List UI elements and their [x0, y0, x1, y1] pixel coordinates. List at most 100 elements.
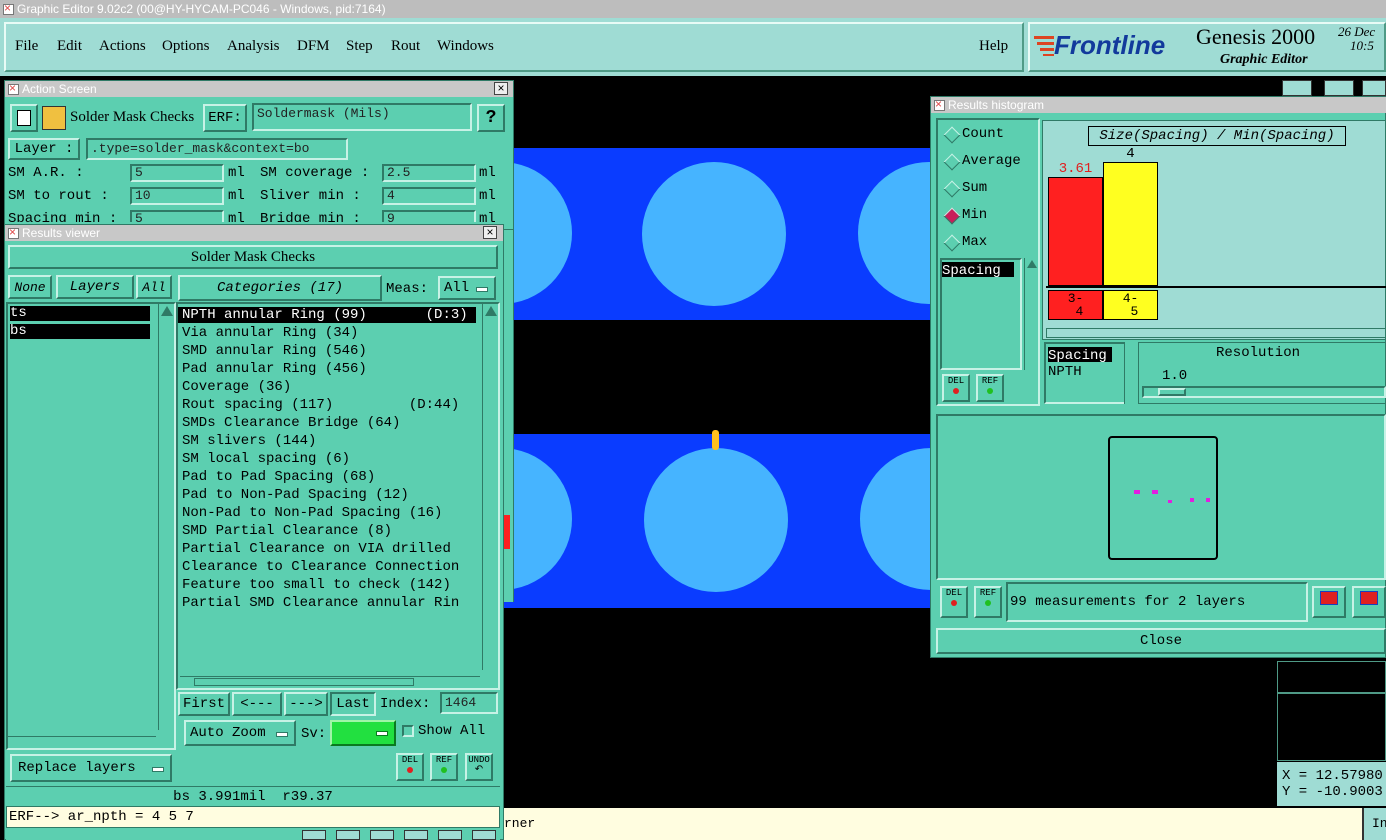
- category-item[interactable]: Pad to Pad Spacing (68): [182, 468, 375, 486]
- layer-field[interactable]: .type=solder_mask&context=bo: [86, 138, 348, 160]
- category-item[interactable]: Partial SMD Clearance annular Rin: [182, 594, 459, 612]
- results-viewer-close-button[interactable]: ×: [483, 226, 497, 239]
- menu-step[interactable]: Step: [346, 38, 373, 55]
- toolbar-icon[interactable]: [472, 830, 496, 840]
- category-item[interactable]: SMD annular Ring (546): [182, 342, 367, 360]
- toolbar-icon[interactable]: [404, 830, 428, 840]
- category-item[interactable]: Pad to Non-Pad Spacing (12): [182, 486, 409, 504]
- menu-windows[interactable]: Windows: [437, 38, 494, 55]
- toolbar-icon[interactable]: [1324, 80, 1354, 96]
- index-field[interactable]: 1464: [440, 692, 498, 714]
- export-chart-button[interactable]: [1312, 586, 1346, 618]
- histogram-bottom-item-selected[interactable]: Spacing: [1048, 347, 1112, 364]
- category-item[interactable]: Coverage (36): [182, 378, 291, 396]
- layer-item-bs[interactable]: bs: [10, 324, 150, 339]
- layers-list[interactable]: [6, 302, 176, 750]
- histogram-list-scrollbar[interactable]: [1024, 258, 1038, 370]
- resolution-slider[interactable]: [1142, 386, 1386, 398]
- preview-board[interactable]: [1108, 436, 1218, 560]
- menu-help[interactable]: Help: [979, 38, 1008, 55]
- category-item[interactable]: SMDs Clearance Bridge (64): [182, 414, 400, 432]
- categories-button[interactable]: Categories (17): [178, 275, 382, 301]
- layers-all-button[interactable]: All: [136, 275, 172, 299]
- preview-ref-button[interactable]: REF: [974, 586, 1002, 618]
- erf-field[interactable]: Soldermask (Mils): [252, 103, 472, 131]
- result-marker[interactable]: [712, 430, 719, 450]
- auto-zoom-dropdown[interactable]: Auto Zoom: [184, 720, 296, 746]
- hscroll-thumb[interactable]: [194, 678, 414, 686]
- layers-hscrollbar[interactable]: [8, 736, 156, 748]
- sv-color-dropdown[interactable]: [330, 720, 396, 746]
- next-button[interactable]: --->: [284, 692, 328, 716]
- toolbar-icon[interactable]: [1362, 80, 1386, 96]
- bridge-field[interactable]: 9: [382, 210, 476, 222]
- category-item[interactable]: Feature too small to check (142): [182, 576, 451, 594]
- toolbar-icon[interactable]: [370, 830, 394, 840]
- help-button[interactable]: ?: [477, 104, 505, 132]
- layers-button[interactable]: Layers: [56, 275, 134, 299]
- histogram-bottom-item[interactable]: NPTH: [1048, 364, 1082, 380]
- histogram-bar[interactable]: [1048, 177, 1103, 286]
- last-button[interactable]: Last: [330, 692, 376, 716]
- category-item[interactable]: SM local spacing (6): [182, 450, 350, 468]
- ref-button[interactable]: REF: [430, 753, 458, 781]
- menu-options[interactable]: Options: [162, 38, 210, 55]
- sliver-field[interactable]: 4: [382, 187, 476, 205]
- pad-circle[interactable]: [642, 162, 786, 306]
- undo-button[interactable]: UNDO ↶: [465, 753, 493, 781]
- layers-scrollbar[interactable]: [158, 304, 174, 730]
- category-item[interactable]: Partial Clearance on VIA drilled: [182, 540, 451, 558]
- category-item[interactable]: Clearance to Clearance Connection: [182, 558, 459, 576]
- menu-dfm[interactable]: DFM: [297, 38, 330, 55]
- toolbar-icon[interactable]: [336, 830, 360, 840]
- histogram-ref-button[interactable]: REF: [976, 374, 1004, 402]
- toolbar-icon[interactable]: [302, 830, 326, 840]
- layer-button[interactable]: Layer :: [8, 138, 80, 160]
- menu-file[interactable]: File: [15, 38, 38, 55]
- categories-hscrollbar[interactable]: [180, 676, 480, 688]
- category-item[interactable]: SM slivers (144): [182, 432, 316, 450]
- menu-analysis[interactable]: Analysis: [227, 38, 280, 55]
- toolbar-icon[interactable]: [438, 830, 462, 840]
- del-button[interactable]: DEL: [396, 753, 424, 781]
- histogram-list-item-selected[interactable]: Spacing: [942, 262, 1014, 279]
- preview-del-button[interactable]: DEL: [940, 586, 968, 618]
- scroll-up-arrow-icon[interactable]: [484, 306, 497, 316]
- layer-item-ts[interactable]: ts: [10, 306, 150, 321]
- menu-rout[interactable]: Rout: [391, 38, 420, 55]
- action-menu-button[interactable]: [10, 104, 38, 132]
- spacing-field[interactable]: 5: [130, 210, 224, 222]
- prev-button[interactable]: <---: [232, 692, 282, 716]
- category-item[interactable]: Non-Pad to Non-Pad Spacing (16): [182, 504, 442, 522]
- histogram-del-button[interactable]: DEL: [942, 374, 970, 402]
- erf-button[interactable]: ERF:: [203, 104, 247, 132]
- histogram-close-button[interactable]: Close: [936, 628, 1386, 654]
- sm-rout-field[interactable]: 10: [130, 187, 224, 205]
- meas-dropdown[interactable]: All: [438, 276, 496, 300]
- toolbar-icon[interactable]: [1282, 80, 1312, 96]
- first-button[interactable]: First: [178, 692, 230, 716]
- pad-circle[interactable]: [644, 448, 788, 592]
- sm-coverage-field[interactable]: 2.5: [382, 164, 476, 182]
- scroll-up-arrow-icon[interactable]: [1026, 260, 1037, 268]
- replace-layers-dropdown[interactable]: Replace layers: [10, 754, 172, 782]
- show-all-checkbox[interactable]: [402, 725, 414, 737]
- category-item[interactable]: Pad annular Ring (456): [182, 360, 367, 378]
- category-item[interactable]: Via annular Ring (34): [182, 324, 358, 342]
- menu-edit[interactable]: Edit: [57, 38, 82, 55]
- category-item[interactable]: SMD Partial Clearance (8): [182, 522, 392, 540]
- menu-actions[interactable]: Actions: [99, 38, 146, 55]
- histogram-hscrollbar[interactable]: [1046, 328, 1386, 338]
- sm-ar-field[interactable]: 5: [130, 164, 224, 182]
- histogram-bottom-scrollbar[interactable]: [1124, 342, 1136, 404]
- layers-none-button[interactable]: None: [8, 275, 52, 299]
- category-item[interactable]: NPTH annular Ring (99) (D:3): [182, 306, 468, 324]
- histogram-bar-range-label[interactable]: 3- 4: [1048, 290, 1103, 320]
- action-screen-close-button[interactable]: ×: [494, 82, 508, 95]
- export-chart-button-2[interactable]: [1352, 586, 1386, 618]
- histogram-bar[interactable]: [1103, 162, 1158, 286]
- category-item[interactable]: Rout spacing (117) (D:44): [182, 396, 459, 414]
- scroll-up-arrow-icon[interactable]: [160, 306, 173, 316]
- categories-scrollbar[interactable]: [482, 304, 498, 670]
- histogram-bar-range-label[interactable]: 4- 5: [1103, 290, 1158, 320]
